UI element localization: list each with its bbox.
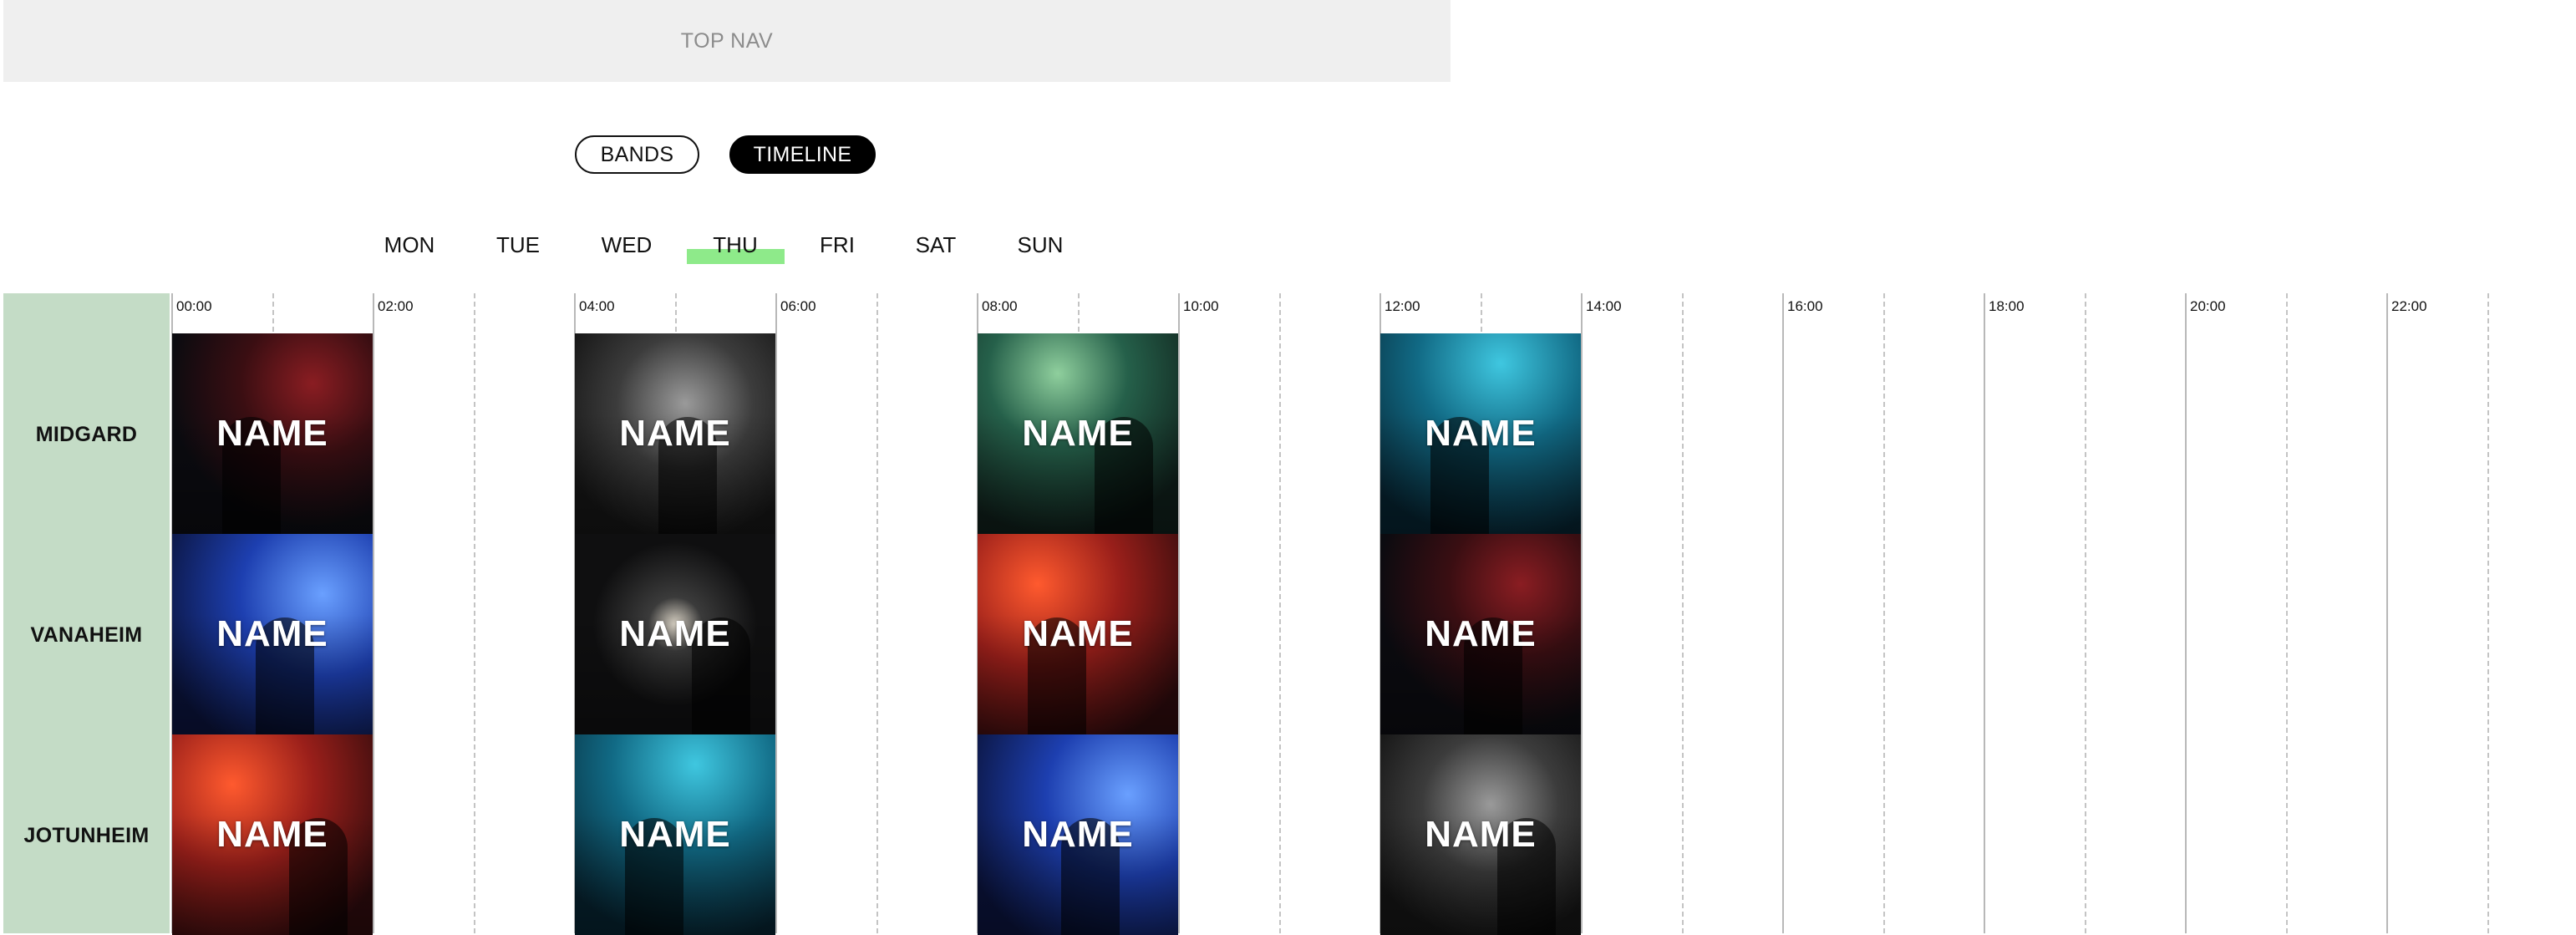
band-tile[interactable]: NAME — [978, 734, 1178, 935]
band-tile[interactable]: NAME — [1380, 534, 1581, 734]
hour-label: 16:00 — [1787, 298, 1823, 314]
half-hour-gridline — [1883, 293, 1885, 933]
stage-label-midgard: MIDGARD — [35, 423, 138, 446]
half-hour-gridline — [474, 293, 475, 933]
band-name-label: NAME — [1022, 613, 1134, 654]
hour-gridline — [2185, 293, 2187, 933]
hour-gridline — [373, 293, 374, 933]
half-hour-gridline — [2487, 293, 2489, 933]
band-name-label: NAME — [619, 814, 731, 855]
band-name-label: NAME — [619, 413, 731, 454]
band-name-label: NAME — [216, 613, 328, 654]
hour-label: 22:00 — [2391, 298, 2427, 314]
band-tile[interactable]: NAME — [1380, 333, 1581, 534]
hour-gridline — [1178, 293, 1180, 933]
hour-label: 06:00 — [780, 298, 816, 314]
top-nav-label: TOP NAV — [680, 28, 774, 53]
stage-label-vanaheim: VANAHEIM — [30, 623, 143, 647]
band-tile[interactable]: NAME — [575, 333, 775, 534]
band-name-label: NAME — [1425, 613, 1537, 654]
timeline-view-button[interactable]: TIMELINE — [729, 135, 876, 174]
half-hour-gridline — [876, 293, 878, 933]
stage-sidebar: MIDGARD VANAHEIM JOTUNHEIM — [3, 293, 170, 933]
band-name-label: NAME — [216, 814, 328, 855]
band-tile[interactable]: NAME — [172, 734, 373, 935]
hour-label: 14:00 — [1586, 298, 1622, 314]
hour-gridline — [2386, 293, 2388, 933]
day-tab-thu[interactable]: THU — [713, 232, 757, 258]
day-tab-tue[interactable]: TUE — [496, 232, 540, 258]
hour-gridline — [1782, 293, 1784, 933]
band-tile[interactable]: NAME — [172, 333, 373, 534]
band-tile[interactable]: NAME — [978, 333, 1178, 534]
day-tab-wed[interactable]: WED — [602, 232, 653, 258]
band-name-label: NAME — [1022, 814, 1134, 855]
hour-label: 08:00 — [982, 298, 1018, 314]
top-nav: TOP NAV — [3, 0, 1451, 82]
half-hour-gridline — [2286, 293, 2288, 933]
band-name-label: NAME — [1425, 814, 1537, 855]
band-name-label: NAME — [619, 613, 731, 654]
stage-label-jotunheim: JOTUNHEIM — [23, 824, 150, 847]
day-tab-sun[interactable]: SUN — [1018, 232, 1064, 258]
hour-label: 20:00 — [2190, 298, 2226, 314]
timeline-grid: 00:00 02:00 04:00 06:00 08:00 10:00 12:00 14:00… — [0, 293, 2576, 935]
half-hour-gridline — [1682, 293, 1684, 933]
hour-label: 12:00 — [1385, 298, 1420, 314]
day-tab-mon[interactable]: MON — [384, 232, 435, 258]
day-tab-sat[interactable]: SAT — [916, 232, 957, 258]
hour-label: 02:00 — [378, 298, 414, 314]
day-tab-fri[interactable]: FRI — [820, 232, 855, 258]
hour-gridline — [1984, 293, 1985, 933]
band-tile[interactable]: NAME — [575, 734, 775, 935]
hour-label: 10:00 — [1183, 298, 1219, 314]
band-name-label: NAME — [216, 413, 328, 454]
hour-label: 18:00 — [1989, 298, 2025, 314]
hour-label: 00:00 — [176, 298, 212, 314]
half-hour-gridline — [2085, 293, 2086, 933]
half-hour-gridline — [1279, 293, 1281, 933]
hour-label: 04:00 — [579, 298, 615, 314]
band-tile[interactable]: NAME — [978, 534, 1178, 734]
band-name-label: NAME — [1022, 413, 1134, 454]
band-tile[interactable]: NAME — [172, 534, 373, 734]
band-tile[interactable]: NAME — [575, 534, 775, 734]
hour-gridline — [1581, 293, 1583, 933]
bands-view-button[interactable]: BANDS — [575, 135, 699, 174]
band-tile[interactable]: NAME — [1380, 734, 1581, 935]
hour-gridline — [775, 293, 777, 933]
band-name-label: NAME — [1425, 413, 1537, 454]
